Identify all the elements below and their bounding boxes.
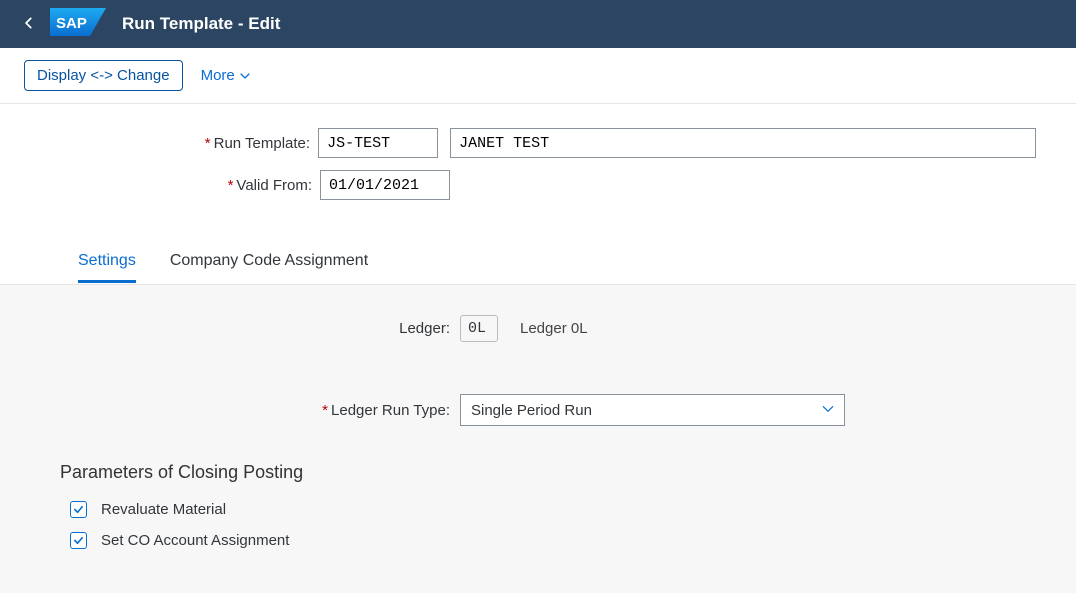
tab-settings[interactable]: Settings <box>78 242 136 283</box>
settings-panel: Ledger: 0L Ledger 0L *Ledger Run Type: S… <box>0 284 1076 593</box>
chevron-left-icon <box>22 16 36 30</box>
revaluate-material-checkbox[interactable] <box>70 501 87 518</box>
valid-from-input[interactable] <box>320 170 450 200</box>
page-title: Run Template - Edit <box>122 14 280 34</box>
set-co-checkbox[interactable] <box>70 532 87 549</box>
ledger-row: Ledger: 0L Ledger 0L <box>60 315 1016 342</box>
ledger-run-type-label: *Ledger Run Type: <box>60 402 460 419</box>
display-change-button[interactable]: Display <-> Change <box>24 60 183 91</box>
run-template-row: *Run Template: <box>40 128 1036 158</box>
more-menu[interactable]: More <box>201 67 251 84</box>
revaluate-material-row: Revaluate Material <box>70 501 1016 518</box>
revaluate-material-label: Revaluate Material <box>101 501 226 518</box>
set-co-row: Set CO Account Assignment <box>70 532 1016 549</box>
ledger-run-type-row: *Ledger Run Type: Single Period Run <box>60 394 1016 426</box>
svg-text:SAP: SAP <box>56 15 87 32</box>
sap-logo: SAP <box>50 8 106 40</box>
ledger-run-type-value: Single Period Run <box>471 402 592 419</box>
ledger-desc: Ledger 0L <box>520 320 588 337</box>
ledger-label: Ledger: <box>60 320 460 337</box>
ledger-run-type-select[interactable]: Single Period Run <box>460 394 845 426</box>
set-co-label: Set CO Account Assignment <box>101 532 289 549</box>
check-icon <box>73 535 84 546</box>
run-template-code-input[interactable] <box>318 128 438 158</box>
chevron-down-icon <box>239 70 251 82</box>
tabs: Settings Company Code Assignment <box>0 242 1076 284</box>
back-button[interactable] <box>12 13 46 36</box>
ledger-code: 0L <box>460 315 498 342</box>
form-area: *Run Template: *Valid From: <box>0 104 1076 242</box>
valid-from-label: *Valid From: <box>40 177 320 194</box>
valid-from-row: *Valid From: <box>40 170 1036 200</box>
app-header: SAP Run Template - Edit <box>0 0 1076 48</box>
more-label: More <box>201 67 235 84</box>
run-template-desc-input[interactable] <box>450 128 1036 158</box>
chevron-down-icon <box>821 402 835 420</box>
closing-posting-heading: Parameters of Closing Posting <box>60 462 1016 483</box>
tab-company-code-assignment[interactable]: Company Code Assignment <box>170 242 368 283</box>
check-icon <box>73 504 84 515</box>
run-template-label: *Run Template: <box>40 135 318 152</box>
toolbar: Display <-> Change More <box>0 48 1076 104</box>
